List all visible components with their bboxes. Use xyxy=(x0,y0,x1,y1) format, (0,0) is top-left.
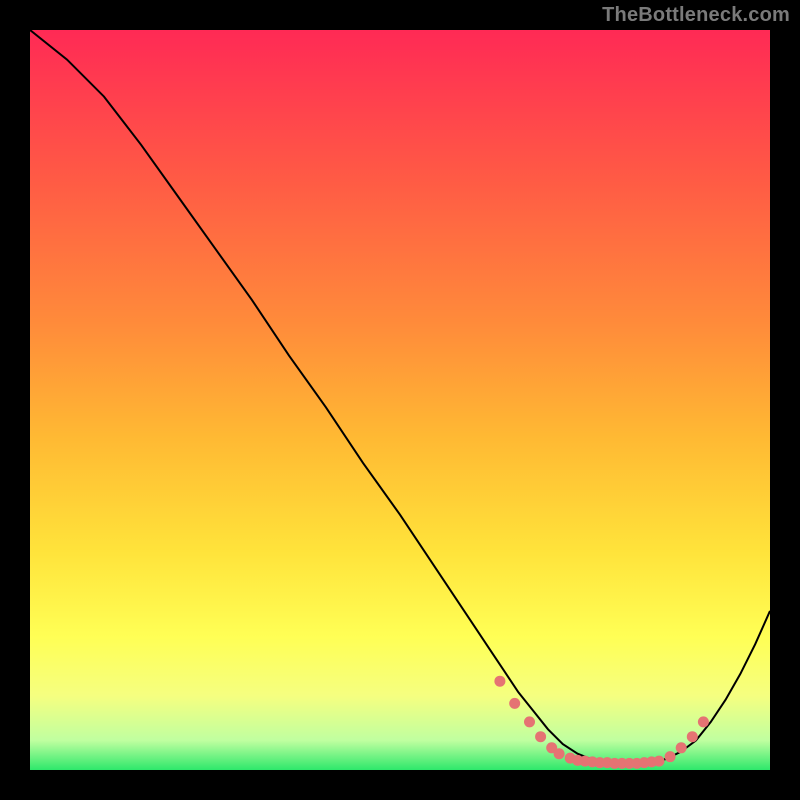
dot xyxy=(494,676,505,687)
chart-plot-area xyxy=(30,30,770,770)
chart-svg xyxy=(30,30,770,770)
dot xyxy=(524,716,535,727)
dot xyxy=(676,742,687,753)
dot xyxy=(665,751,676,762)
chart-background xyxy=(30,30,770,770)
dot xyxy=(687,731,698,742)
attribution-text: TheBottleneck.com xyxy=(602,4,790,27)
dot xyxy=(698,716,709,727)
dot xyxy=(509,698,520,709)
dot xyxy=(654,756,665,767)
dot xyxy=(554,748,565,759)
dot xyxy=(535,731,546,742)
